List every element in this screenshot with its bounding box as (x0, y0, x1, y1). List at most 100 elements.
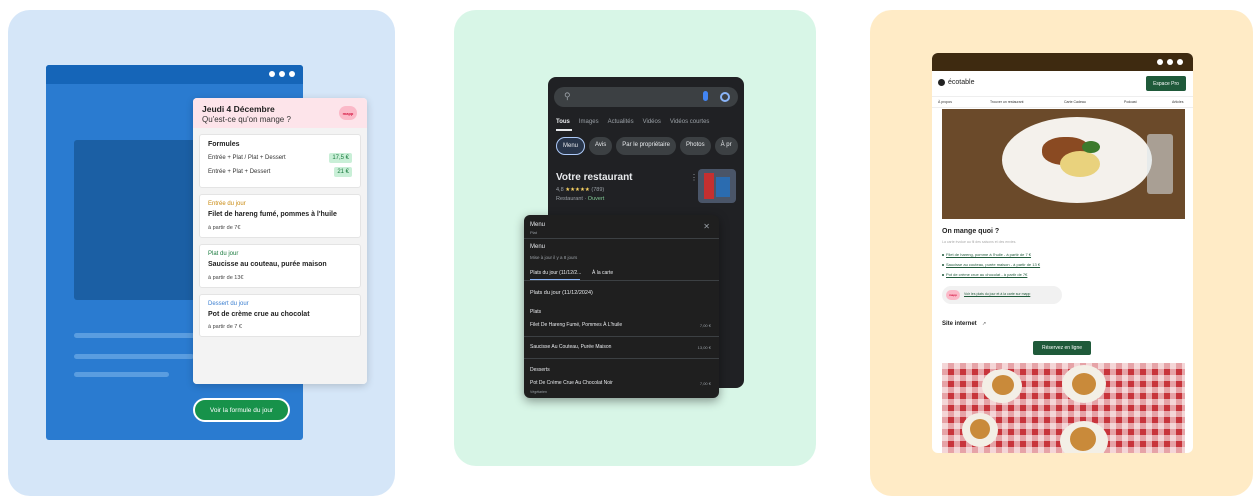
menu-heading: Menu (530, 244, 546, 250)
open-status: Ouvert (587, 196, 605, 202)
plat-box: Plat du jour Saucisse au couteau, purée … (199, 243, 361, 288)
menu-item-name: Pot De Crème Crue Au Chocolat Noir (530, 380, 613, 386)
chip-menu[interactable]: Menu (556, 137, 586, 155)
place-name: Votre restaurant (556, 172, 633, 183)
placeholder-line (74, 354, 194, 359)
widget-header: Jeudi 4 Décembre Qu'est-ce qu'on mange ?… (193, 98, 367, 128)
nav-item-articles[interactable]: Articles (1172, 100, 1183, 104)
nav-item-gift-card[interactable]: Carte Cadeau (1064, 100, 1086, 104)
entree-dish: Filet de hareng fumé, pommes à l'huile (208, 211, 337, 218)
tab-videos[interactable]: Vidéos (643, 119, 661, 125)
tab-all[interactable]: Tous (556, 119, 570, 125)
dessert-price: à partir de 7 € (208, 324, 242, 331)
place-thumbnail[interactable] (698, 169, 736, 203)
menu-link[interactable]: Filet de hareng, pomme à l'huile - à par… (946, 252, 1031, 257)
menu-item-price: 7,00 € (699, 381, 711, 386)
more-options-icon[interactable]: ⋮ (690, 173, 698, 182)
ecotable-logo[interactable]: écotable (938, 79, 974, 86)
chip-reviews[interactable]: Avis (589, 137, 613, 155)
menu-description: La carte évolue au fil des saisons et de… (942, 240, 1017, 244)
plat-category: Plat du jour (208, 250, 239, 257)
formule-row: Entrée + Plat / Plat + Dessert 17,5 € (208, 153, 352, 163)
website-mockup: écotable Espace Pro À propos Trouver un … (932, 53, 1193, 453)
widget-date: Jeudi 4 Décembre (202, 104, 275, 114)
formules-title: Formules (208, 141, 240, 148)
place-type: Restaurant (556, 196, 583, 202)
plat-price: à partir de 13€ (208, 274, 244, 281)
nav-item-about[interactable]: À propos (938, 100, 952, 104)
menu-item-price: 13,00 € (697, 345, 711, 350)
website-label[interactable]: Site internet (942, 321, 977, 327)
mapp-logo: mapp (946, 290, 960, 300)
mapp-link[interactable]: Voir les plats du jour et à la carte sur… (964, 292, 1030, 296)
menu-updated: Mise à jour il y a 8 jours (530, 255, 578, 260)
tab-images[interactable]: Images (579, 119, 599, 125)
divider (524, 238, 719, 239)
pro-space-button[interactable]: Espace Pro (1146, 76, 1186, 91)
external-link-icon[interactable]: ↗ (982, 321, 986, 327)
mapp-logo: mapp (339, 106, 357, 120)
tab-short-videos[interactable]: Vidéos courtes (670, 119, 710, 125)
panel-widget-preview: Jeudi 4 Décembre Qu'est-ce qu'on mange ?… (8, 10, 395, 496)
menu-title: Menu (530, 222, 546, 228)
place-rating: 4,8 ★★★★★ (789) (556, 187, 604, 193)
menu-link[interactable]: Saucisse au couteau, purée maison - à pa… (946, 262, 1040, 267)
plat-dish: Saucisse au couteau, purée maison (208, 260, 327, 268)
menu-date: Plats du jour (11/12/2024) (530, 290, 593, 296)
menu-question: On mange quoi ? (942, 228, 1000, 235)
review-count: (789) (591, 187, 605, 193)
formule-price: 17,5 € (329, 153, 352, 163)
entree-price: à partir de 7€ (208, 224, 241, 231)
place-status: Restaurant · Ouvert (556, 196, 605, 202)
logo-icon (938, 79, 945, 86)
microphone-icon[interactable] (703, 91, 708, 101)
window-dots-icon (269, 71, 295, 77)
panel-google-preview: ⚲ Tous Images Actualités Vidéos Vidéos c… (454, 10, 816, 466)
menu-item-name: Filet De Hareng Fumé, Pommes À L'huile (530, 322, 623, 328)
entree-box: Entrée du jour Filet de hareng fumé, pom… (199, 194, 361, 238)
menu-section-title: Desserts (530, 367, 550, 373)
widget-question: Qu'est-ce qu'on mange ? (202, 115, 291, 124)
close-icon[interactable]: ✕ (703, 222, 710, 231)
nav-item-podcast[interactable]: Podcast (1124, 100, 1137, 104)
chip-owner[interactable]: Par le propriétaire (616, 137, 676, 155)
site-nav: À propos Trouver un restaurant Carte Cad… (932, 96, 1193, 108)
entree-category: Entrée du jour (208, 201, 246, 207)
lens-icon[interactable] (720, 92, 730, 102)
daily-menu-widget: Jeudi 4 Décembre Qu'est-ce qu'on mange ?… (193, 98, 367, 384)
tab-daily-dishes[interactable]: Plats du jour (11/12/2... (530, 270, 581, 276)
divider (524, 336, 719, 337)
divider (524, 358, 719, 359)
formule-price: 21 € (334, 167, 352, 177)
search-bar[interactable]: ⚲ (554, 87, 738, 107)
active-tab-indicator (556, 129, 572, 131)
tab-a-la-carte[interactable]: À la carte (592, 270, 613, 276)
reserve-button[interactable]: Réservez en ligne (1033, 341, 1091, 355)
dessert-category: Dessert du jour (208, 300, 249, 307)
dessert-box: Dessert du jour Pot de crème crue au cho… (199, 293, 361, 338)
menu-item-name: Saucisse Au Couteau, Purée Maison (530, 344, 612, 350)
logo-text: écotable (948, 79, 975, 86)
formule-label: Entrée + Plat / Plat + Dessert (208, 155, 286, 161)
window-titlebar (932, 53, 1193, 71)
tab-news[interactable]: Actualités (608, 119, 634, 125)
chip-photos[interactable]: Photos (679, 137, 711, 155)
dish-photo (942, 109, 1185, 219)
formule-label: Entrée + Plat + Dessert (208, 169, 271, 175)
table-photo (942, 363, 1185, 453)
view-formula-button[interactable]: Voir la formule du jour (193, 398, 290, 422)
divider (524, 280, 719, 281)
rating-value: 4,8 (556, 187, 564, 193)
window-dots-icon (1157, 59, 1183, 65)
search-icon: ⚲ (564, 91, 571, 101)
chip-more[interactable]: À pr (714, 137, 738, 155)
nav-item-find[interactable]: Trouver un restaurant (990, 100, 1024, 104)
star-icon: ★★★★★ (565, 187, 590, 193)
window-titlebar (46, 65, 303, 84)
menu-link[interactable]: Pot de crème crue au chocolat - à partir… (946, 272, 1027, 277)
formules-box: Formules Entrée + Plat / Plat + Dessert … (199, 134, 361, 188)
panel-ecotable-preview: écotable Espace Pro À propos Trouver un … (870, 10, 1253, 496)
mapp-link-pill[interactable]: mapp Voir les plats du jour et à la cart… (942, 286, 1062, 304)
menu-item-price: 7,00 € (699, 323, 711, 328)
menu-subtitle: Plat (530, 230, 537, 235)
